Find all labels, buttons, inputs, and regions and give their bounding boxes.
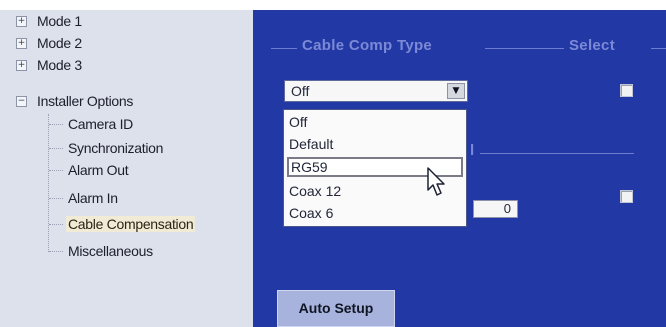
dropdown-option-coax-6[interactable]: Coax 6 [287,203,463,223]
tree-connector [49,124,63,125]
tree-item-mode-2[interactable]: + Mode 2 [16,33,82,53]
tree-connector [49,251,63,252]
expand-icon[interactable]: + [16,60,27,71]
tree-item-label: Miscellaneous [68,243,153,259]
tree-connector [49,148,63,149]
dropdown-arrow-icon[interactable]: ▼ [447,83,465,99]
combo-value: Off [291,83,310,99]
tree-connector [49,224,63,225]
select-checkbox[interactable] [620,84,633,97]
tree-item-cable-compensation[interactable]: Cable Compensation [66,214,196,234]
expand-icon[interactable]: + [16,38,27,49]
collapse-icon[interactable]: − [16,96,27,107]
compensation-value-field[interactable]: 0 [473,200,518,218]
tree-item-installer-options[interactable]: − Installer Options [16,91,133,111]
tree-connector [49,198,63,199]
dropdown-option-default[interactable]: Default [287,134,463,154]
tree-item-mode-1[interactable]: + Mode 1 [16,11,82,31]
tree-item-label: Camera ID [68,116,133,132]
tree-item-alarm-out[interactable]: Alarm Out [68,160,129,180]
tree-item-label: Synchronization [68,140,164,156]
tree-item-label: Alarm Out [68,162,129,178]
settings-tree: + Mode 1 + Mode 2 + Mode 3 − Installer O… [0,10,253,327]
mouse-cursor-icon [427,167,445,196]
tree-item-label: Installer Options [37,93,134,109]
select-checkbox[interactable] [620,190,633,203]
tree-item-mode-3[interactable]: + Mode 3 [16,55,82,75]
section-title: Cable Comp Type [302,37,433,54]
tree-item-label: Cable Compensation [66,216,196,232]
section-title-partial: l [470,142,475,159]
tree-connector [49,170,63,171]
tree-connector-line [48,114,49,252]
tree-item-label: Alarm In [68,190,118,206]
cable-type-combo[interactable]: Off ▼ [284,80,468,102]
tree-item-synchronization[interactable]: Synchronization [68,138,163,158]
section-rule [485,48,564,49]
section-rule [271,48,297,49]
dropdown-option-off[interactable]: Off [287,112,463,132]
tree-item-miscellaneous[interactable]: Miscellaneous [68,241,153,261]
auto-setup-button[interactable]: Auto Setup [277,290,395,327]
tree-item-label: Mode 3 [37,57,82,73]
tree-item-alarm-in[interactable]: Alarm In [68,188,118,208]
tree-item-label: Mode 1 [37,13,82,29]
section-rule [480,153,634,154]
section-rule [651,48,666,49]
select-column-label: Select [569,37,615,54]
expand-icon[interactable]: + [16,16,27,27]
tree-item-camera-id[interactable]: Camera ID [68,114,133,134]
tree-item-label: Mode 2 [37,35,82,51]
